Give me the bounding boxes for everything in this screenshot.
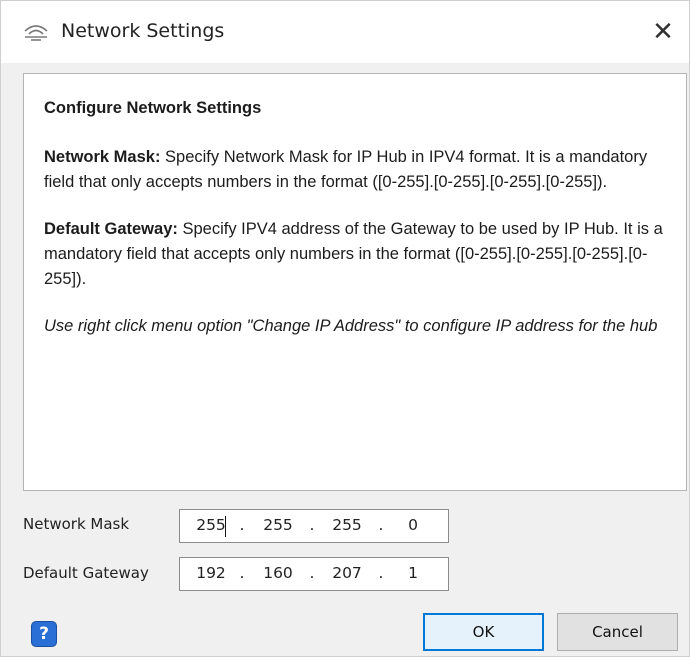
octet-separator: . — [239, 516, 245, 534]
network-mask-octet-4[interactable]: 0 — [392, 516, 434, 534]
network-mask-term: Network Mask: — [44, 148, 161, 166]
cancel-button[interactable]: Cancel — [557, 613, 678, 651]
default-gateway-description: Default Gateway: Specify IPV4 address of… — [44, 217, 666, 292]
default-gateway-octet-2[interactable]: 160 — [257, 564, 299, 582]
change-ip-note: Use right click menu option "Change IP A… — [44, 317, 658, 335]
title-bar: Network Settings ✕ — [1, 1, 689, 63]
octet-separator: . — [239, 564, 245, 582]
info-panel: Configure Network Settings Network Mask:… — [23, 73, 687, 491]
default-gateway-input[interactable]: 192 . 160 . 207 . 1 — [179, 557, 449, 591]
octet-separator: . — [309, 564, 315, 582]
default-gateway-label: Default Gateway — [23, 564, 149, 582]
octet-separator: . — [309, 516, 315, 534]
network-mask-octet-3[interactable]: 255 — [326, 516, 368, 534]
help-icon[interactable]: ? — [31, 621, 57, 647]
network-mask-description: Network Mask: Specify Network Mask for I… — [44, 145, 666, 195]
text-caret — [225, 516, 226, 537]
network-mask-input[interactable]: 255 . 255 . 255 . 0 — [179, 509, 449, 543]
window-title: Network Settings — [61, 20, 225, 42]
close-icon[interactable]: ✕ — [645, 15, 681, 49]
ok-button[interactable]: OK — [423, 613, 544, 651]
octet-separator: . — [378, 564, 384, 582]
octet-separator: . — [378, 516, 384, 534]
network-icon — [23, 22, 49, 42]
network-settings-dialog: Network Settings ✕ Configure Network Set… — [0, 0, 690, 657]
network-mask-label: Network Mask — [23, 515, 130, 533]
info-heading: Configure Network Settings — [44, 99, 262, 117]
default-gateway-octet-3[interactable]: 207 — [326, 564, 368, 582]
default-gateway-octet-4[interactable]: 1 — [392, 564, 434, 582]
network-mask-octet-2[interactable]: 255 — [257, 516, 299, 534]
default-gateway-octet-1[interactable]: 192 — [190, 564, 232, 582]
default-gateway-term: Default Gateway: — [44, 220, 178, 238]
